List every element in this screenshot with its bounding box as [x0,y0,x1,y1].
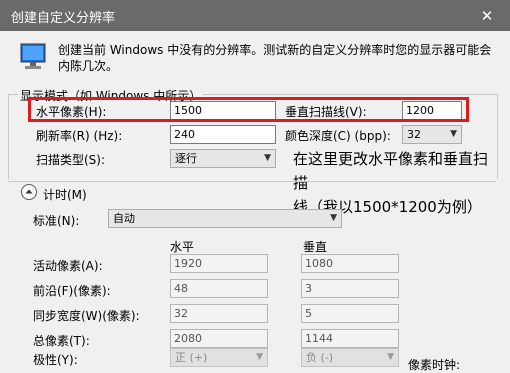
color-depth-select[interactable]: 32 ▼ [402,125,462,144]
polarity-label: 极性(Y): [33,353,78,367]
scan-type-select[interactable]: 逐行 ▼ [170,149,276,168]
chevron-down-icon: ▼ [264,153,271,163]
scan-type-value: 逐行 [175,152,197,165]
timing-h-input[interactable]: 48 [170,279,268,298]
timing-v-input[interactable]: 5 [301,304,399,323]
timing-v-input[interactable]: 1080 [301,254,399,273]
timing-row-label: 同步宽度(W)(像素): [33,309,140,323]
polarity-v-select[interactable]: 负 (-) ▼ [301,348,399,367]
standard-label: 标准(N): [33,214,80,228]
standard-select[interactable]: 自动 ▼ [108,209,342,228]
chevron-down-icon: ▼ [387,352,394,362]
monitor-icon [20,43,46,69]
timing-v-input[interactable]: 3 [301,279,399,298]
intro-text: 创建当前 Windows 中没有的分辨率。测试新的自定义分辨率时您的显示器可能会… [58,42,498,74]
refresh-input[interactable]: 240 [170,125,276,144]
refresh-label: 刷新率(R) (Hz): [36,129,123,143]
scan-type-label: 扫描类型(S): [36,153,106,167]
timing-row-label: 活动像素(A): [33,259,103,273]
timing-h-input[interactable]: 2080 [170,329,268,348]
timing-row-label: 总像素(T): [33,334,90,348]
col-header-horizontal: 水平 [170,240,195,254]
collapse-up-icon[interactable] [20,183,38,201]
title-bar: 创建自定义分辨率 ✕ [0,0,510,31]
standard-value: 自动 [113,212,135,225]
timing-h-input[interactable]: 32 [170,304,268,323]
color-depth-label: 颜色深度(C) (bpp): [285,129,391,143]
timing-h-input[interactable]: 1920 [170,254,268,273]
highlight-box [28,97,469,122]
chevron-down-icon: ▼ [256,352,263,362]
col-header-vertical: 垂直 [303,240,328,254]
intro-line-1: 创建当前 Windows 中没有的分辨率。测试新的自定义分辨率时您的显示器可能会 [58,43,492,57]
polarity-v-value: 负 (-) [306,351,334,364]
polarity-h-select[interactable]: 正 (+) ▼ [170,348,268,367]
timing-toggle-label[interactable]: 计时(M) [43,186,90,203]
polarity-h-value: 正 (+) [175,351,208,364]
chevron-down-icon: ▼ [450,129,457,139]
close-icon: ✕ [480,6,494,25]
intro-line-2: 内陈几次。 [58,59,119,73]
close-button[interactable]: ✕ [464,0,510,31]
window-title: 创建自定义分辨率 [11,11,116,26]
color-depth-value: 32 [407,128,421,141]
timing-row-label: 前沿(F)(像素): [33,284,111,298]
pixel-clock-label: 像素时钟: [408,358,461,372]
timing-v-input[interactable]: 1144 [301,329,399,348]
chevron-down-icon: ▼ [330,213,337,223]
